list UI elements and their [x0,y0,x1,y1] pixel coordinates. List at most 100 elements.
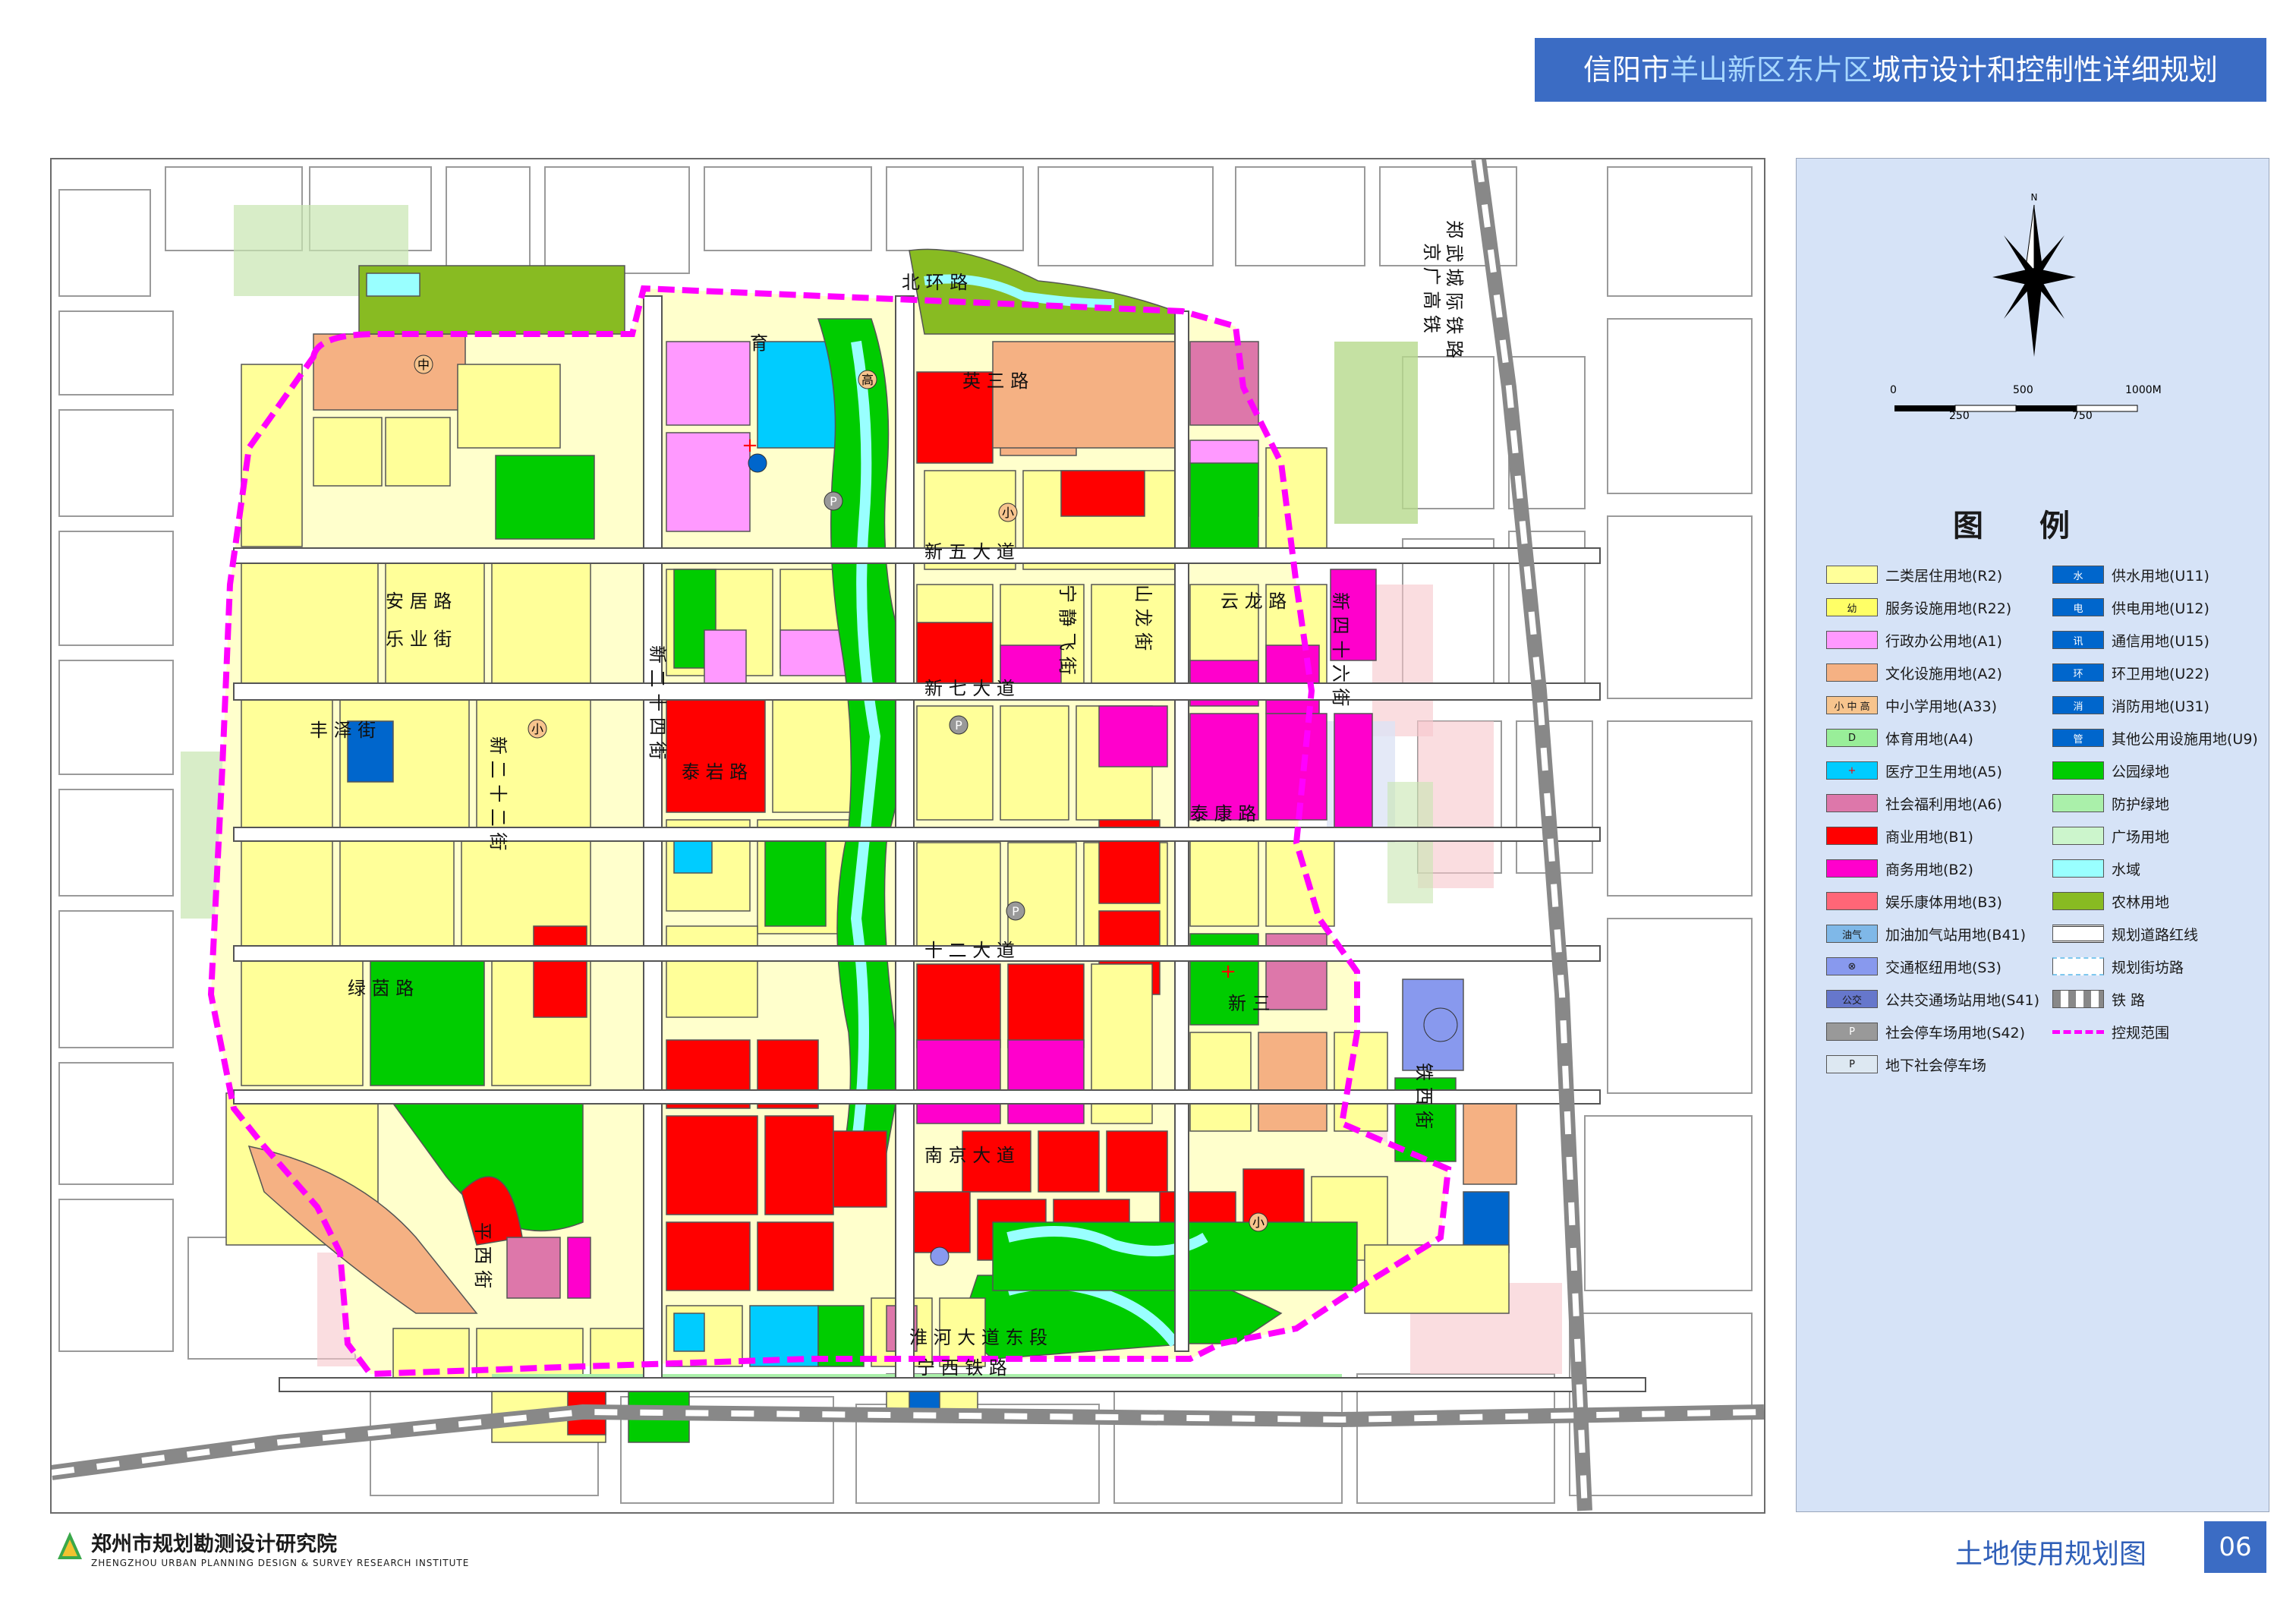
road-label-xinsiliu: 新 四 十 六 街 [1330,592,1351,707]
legend-swatch [2052,761,2104,780]
svg-text:P: P [1012,904,1019,919]
legend-swatch [1826,631,1878,649]
legend-swatch: 消 [2052,696,2104,714]
legend-item-a4: D 体育用地(A4) [1826,729,1973,748]
title-part2: 城市设计和控制性详细规划 [1872,53,2219,87]
road-label-xinfen: 新 二 十 四 街 [647,645,668,760]
legend-swatch: 电 [2052,598,2104,616]
road-label-taiyan: 泰 岩 路 [682,761,748,783]
legend-item-boundary: 控规范围 [2052,1023,2169,1042]
scale-label-1000: 1000M [2125,384,2162,396]
legend-item-s41: 公交 公共交通场站用地(S41) [1826,990,2039,1009]
institute-logo-icon [58,1532,82,1559]
legend-swatch: 油气 [1826,925,1878,943]
legend-swatch [2052,892,2104,910]
legend-swatch: 幼 [1826,598,1878,616]
legend-swatch: 水 [2052,566,2104,584]
legend-item-underground-parking: P 地下社会停车场 [1826,1055,1986,1074]
road-label-jingfei: 宁 静 飞 街 [1057,585,1078,675]
page-number: 06 [2204,1521,2266,1573]
svg-text:+: + [1220,960,1236,983]
road-label-xinqi: 新 七 大 道 [924,678,1015,699]
legend-swatch [1826,566,1878,584]
legend-swatch [1826,827,1878,845]
legend-item-water: 水域 [2052,859,2140,878]
legend-swatch [1826,859,1878,878]
legend-item-buffer-green: 防护绿地 [2052,794,2169,813]
road-label-anju: 安 居 路 [386,591,452,612]
scale-label-500: 500 [2013,384,2033,396]
institute-name-en: ZHENGZHOU URBAN PLANNING DESIGN & SURVEY… [91,1558,470,1568]
legend-item-road-line: 规划道路红线 [2052,925,2198,944]
legend-item-a2: 文化设施用地(A2) [1826,663,2002,682]
road-label-xinwu: 新 五 大 道 [924,541,1015,563]
svg-text:小: 小 [1002,506,1014,520]
scale-bar [1887,398,2145,416]
svg-text:小: 小 [1252,1215,1265,1230]
svg-text:P: P [830,494,837,509]
legend-swatch [2052,957,2104,975]
road-label-yingsan: 英 三 路 [962,370,1028,392]
road-label-xinsan: 新 三 [1228,993,1271,1014]
legend-swatch [2052,1029,2104,1034]
institute-name-cn: 郑州市规划勘测设计研究院 [91,1533,337,1556]
legend-swatch [2052,925,2104,943]
legend-item-farmland: 农林用地 [2052,892,2169,911]
legend-title: 图 例 [1953,509,2093,544]
legend-swatch [2052,794,2104,812]
svg-text:N: N [2031,192,2038,203]
legend-swatch [1826,892,1878,910]
road-label-fengze: 丰 泽 街 [310,720,376,741]
title-bar: 信阳市羊山新区东片区城市设计和控制性详细规划 [1535,38,2266,102]
legend-item-railway: 铁 路 [2052,990,2145,1009]
scale-label-0: 0 [1890,384,1897,396]
legend-item-s42: P 社会停车场用地(S42) [1826,1023,2025,1042]
legend-item-lane: 规划街坊路 [2052,957,2184,976]
legend-item-r2: 二类居住用地(R2) [1826,566,2002,585]
svg-text:小: 小 [531,722,543,736]
road-label-tiexi: 铁 西 街 [1413,1063,1435,1129]
road-label-yu: 育 [750,332,768,354]
legend-swatch: P [1826,1055,1878,1073]
legend-item-park-green: 公园绿地 [2052,761,2169,780]
svg-text:P: P [955,718,962,733]
title-highlight: 羊山新区东片区 [1669,53,1872,87]
legend-item-b2: 商务用地(B2) [1826,859,1973,878]
title-part1: 信阳市 [1583,53,1670,87]
north-arrow-icon: N [1992,192,2076,357]
road-label-lvyin: 绿 茵 路 [348,978,414,999]
road-label-jinguang: 京 广 高 铁 [1421,243,1442,333]
scale-label-250: 250 [1949,410,1970,422]
legend-swatch: ⊗ [1826,957,1878,975]
road-label-yunlong: 云 龙 路 [1220,591,1287,612]
legend-item-a1: 行政办公用地(A1) [1826,631,2002,650]
legend-item-plaza: 广场用地 [2052,827,2169,846]
legend-item-u9: 管其他公用设施用地(U9) [2052,729,2258,748]
road-label-xinershi: 新 二 十 二 街 [487,736,509,851]
road-label-leye: 乐 业 街 [386,629,452,650]
map-name: 土地使用规划图 [1955,1539,2147,1570]
road-label-zhengwu: 郑 武 城 际 铁 路 [1444,220,1465,358]
legend-item-u11: 水供水用地(U11) [2052,566,2209,585]
legend-item-b1: 商业用地(B1) [1826,827,1973,846]
legend-item-u22: 环环卫用地(U22) [2052,663,2209,682]
legend-item-a5: + 医疗卫生用地(A5) [1826,761,2002,780]
legend-swatch [1826,663,1878,682]
road-label-huaihe: 淮 河 大 道 东 段 [909,1327,1047,1348]
legend-item-s3: ⊗ 交通枢纽用地(S3) [1826,957,2002,976]
svg-text:高: 高 [861,373,874,387]
road-label-pingxi: 平 西 街 [472,1222,493,1288]
road-label-ningxi: 宁 西 铁 路 [917,1357,1007,1379]
scale-label-750: 750 [2072,410,2093,422]
legend-swatch: 小 中 高 [1826,696,1878,714]
map-canvas: 中 高 小 小 P P P 小 + + 北 环 路 育 英 三 路 新 五 大 … [52,159,1764,1511]
legend-swatch [2052,827,2104,845]
legend-swatch: D [1826,729,1878,747]
road-label-beihuan: 北 环 路 [902,272,968,293]
legend-swatch: 公交 [1826,990,1878,1008]
legend-swatch: 讯 [2052,631,2104,649]
legend-swatch [2052,859,2104,878]
road-label-taikang: 泰 康 路 [1190,803,1256,824]
legend-item-u31: 消消防用地(U31) [2052,696,2209,715]
legend-item-b3: 娱乐康体用地(B3) [1826,892,2002,911]
